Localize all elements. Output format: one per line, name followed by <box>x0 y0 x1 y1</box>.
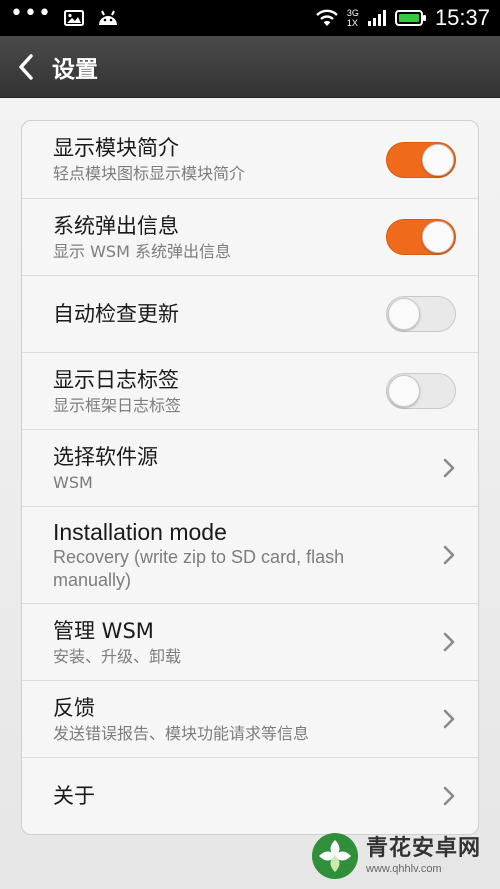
watermark-text: 青花安卓网 www.qhhlv.com <box>366 836 481 876</box>
setting-title: 反馈 <box>53 695 95 720</box>
setting-installation-mode[interactable]: Installation mode Recovery (write zip to… <box>22 506 478 603</box>
watermark: 青花安卓网 www.qhhlv.com <box>310 828 500 884</box>
setting-title: 关于 <box>53 784 95 808</box>
network-type-label: 3G <box>346 8 359 18</box>
watermark-title: 青花安卓网 <box>366 836 482 861</box>
page-title: 设置 <box>52 56 98 83</box>
toggle-switch[interactable] <box>386 141 456 178</box>
watermark-url: www.qhhlv.com <box>366 863 442 875</box>
setting-subtitle: 发送错误报告、模块功能请求等信息 <box>53 723 310 743</box>
wifi-icon <box>316 9 338 26</box>
setting-title: 系统弹出信息 <box>53 213 179 238</box>
setting-show-module-intro[interactable]: 显示模块简介 轻点模块图标显示模块简介 <box>22 121 478 198</box>
chevron-right-icon <box>443 632 455 652</box>
chevron-right-icon <box>443 545 455 565</box>
setting-subtitle: 安装、升级、卸载 <box>53 646 182 666</box>
setting-subtitle: Recovery (write zip to SD card, flash ma… <box>53 547 345 590</box>
setting-subtitle: 显示框架日志标签 <box>53 395 182 415</box>
chevron-right-icon <box>443 458 455 478</box>
chevron-right-icon <box>443 709 455 729</box>
status-bar: ••• 3G 1X 15:37 <box>0 0 500 36</box>
clock: 15:37 <box>434 5 490 30</box>
toggle-switch[interactable] <box>386 219 456 255</box>
signal-icon <box>367 10 386 26</box>
setting-subtitle: 显示 WSM 系统弹出信息 <box>53 241 231 261</box>
setting-title: 显示日志标签 <box>53 367 179 392</box>
setting-subtitle: 轻点模块图标显示模块简介 <box>53 164 246 183</box>
setting-title: 自动检查更新 <box>53 302 179 326</box>
toggle-knob <box>388 298 420 330</box>
toggle-switch[interactable] <box>386 373 456 409</box>
android-icon <box>98 10 117 25</box>
setting-show-log-tag[interactable]: 显示日志标签 显示框架日志标签 <box>22 352 478 429</box>
setting-feedback[interactable]: 反馈 发送错误报告、模块功能请求等信息 <box>22 680 478 757</box>
setting-about[interactable]: 关于 <box>22 757 478 834</box>
image-icon <box>63 10 84 26</box>
chevron-right-icon <box>443 786 455 806</box>
settings-list: 显示模块简介 轻点模块图标显示模块简介 系统弹出信息 显示 WSM 系统弹出信息… <box>21 120 479 835</box>
setting-software-source[interactable]: 选择软件源 WSM <box>22 429 478 506</box>
setting-title: Installation mode <box>53 519 227 545</box>
setting-title: 显示模块简介 <box>53 136 179 160</box>
setting-title: 管理 WSM <box>53 618 154 643</box>
toggle-knob <box>422 143 454 176</box>
back-button[interactable] <box>0 36 52 98</box>
toggle-knob <box>388 375 420 407</box>
setting-subtitle: WSM <box>53 472 93 492</box>
setting-title: 选择软件源 <box>53 444 158 469</box>
site-logo-icon <box>312 833 358 879</box>
title-bar: 设置 <box>0 36 500 98</box>
settings-content: 显示模块简介 轻点模块图标显示模块简介 系统弹出信息 显示 WSM 系统弹出信息… <box>0 98 500 889</box>
battery-icon <box>394 10 426 26</box>
more-dots-icon: ••• <box>10 1 52 26</box>
network-type: 3G 1X <box>347 8 359 28</box>
setting-system-popup[interactable]: 系统弹出信息 显示 WSM 系统弹出信息 <box>22 198 478 275</box>
toggle-switch[interactable] <box>386 296 456 332</box>
toggle-knob <box>422 221 454 253</box>
chevron-left-icon <box>19 53 33 80</box>
setting-auto-check-update[interactable]: 自动检查更新 <box>22 275 478 352</box>
network-sub-label: 1X <box>346 18 358 28</box>
setting-manage-wsm[interactable]: 管理 WSM 安装、升级、卸载 <box>22 603 478 680</box>
